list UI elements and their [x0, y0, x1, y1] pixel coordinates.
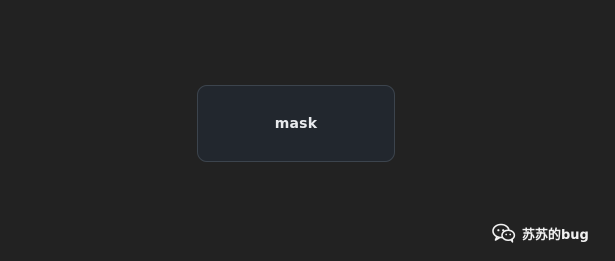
mask-button[interactable]: mask: [197, 85, 395, 162]
page-canvas: mask 苏苏的bug: [0, 0, 615, 261]
watermark-text: 苏苏的bug: [522, 227, 589, 243]
watermark: 苏苏的bug: [492, 222, 589, 244]
mask-button-label: mask: [274, 115, 318, 132]
wechat-icon: [492, 223, 516, 243]
